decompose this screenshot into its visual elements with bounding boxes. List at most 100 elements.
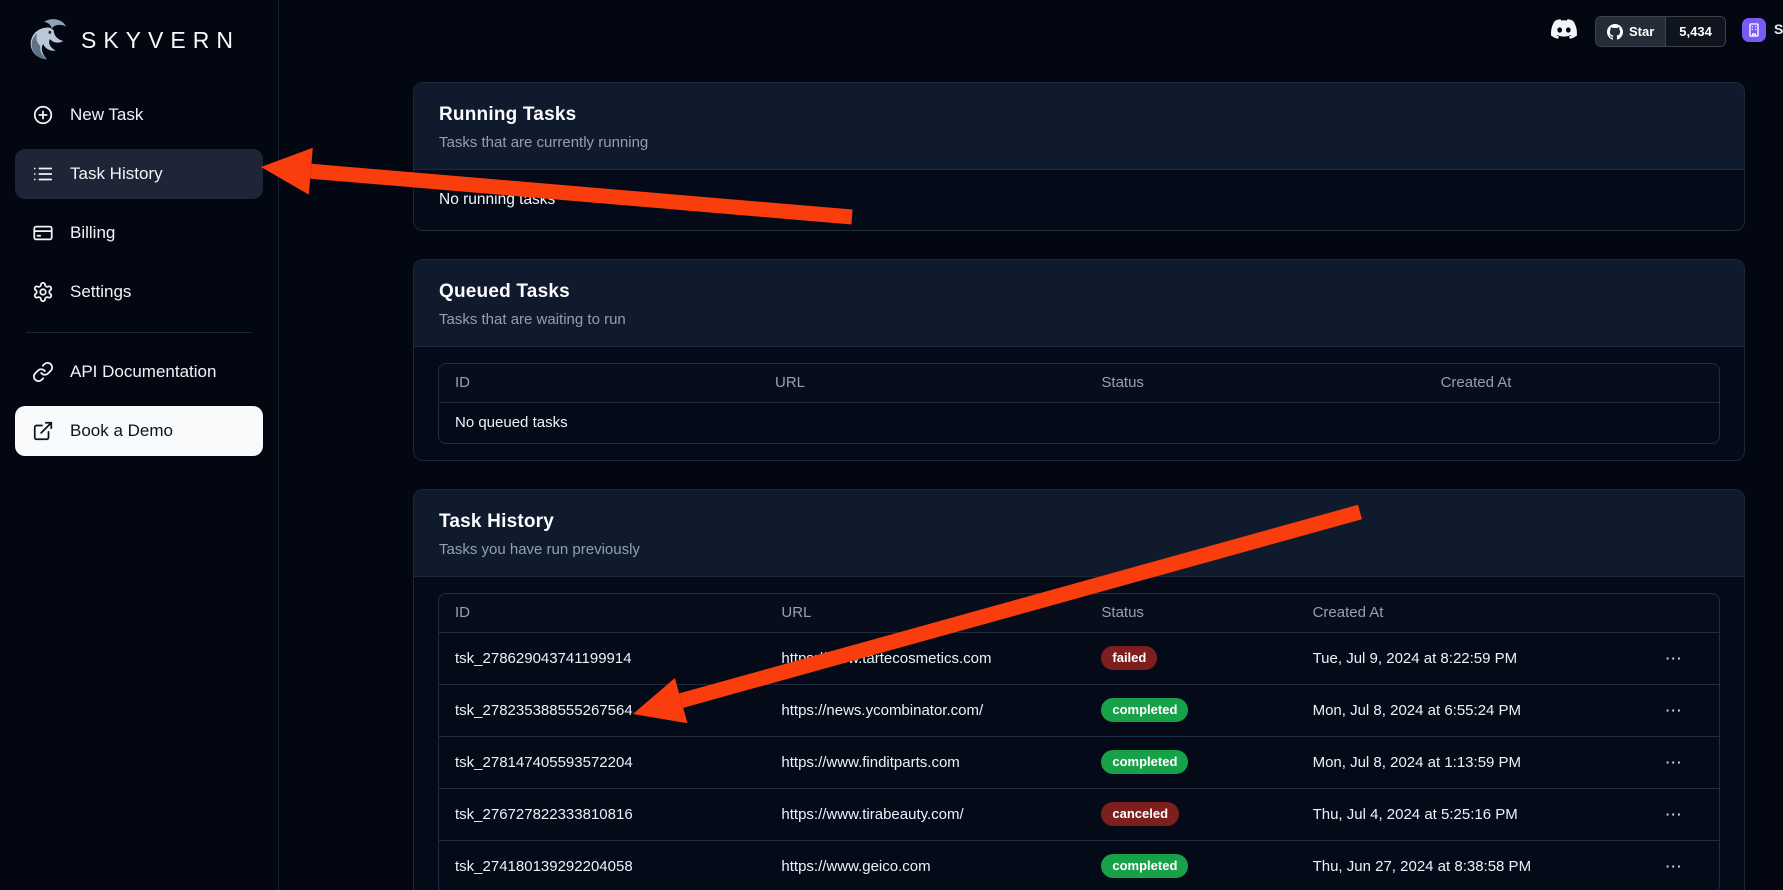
book-a-demo-button[interactable]: Book a Demo <box>15 406 263 456</box>
task-status-cell: completed <box>1085 736 1296 788</box>
sidebar: SKYVERN New Task Task History Billing <box>0 0 279 890</box>
column-created-at: Created At <box>1425 364 1719 402</box>
history-table-header-row: ID URL Status Created At <box>439 594 1719 632</box>
sidebar-item-label: Settings <box>70 282 131 302</box>
row-actions-button[interactable]: ⋯ <box>1659 648 1690 669</box>
row-actions-button[interactable]: ⋯ <box>1659 804 1690 825</box>
queued-tasks-title: Queued Tasks <box>439 281 1719 303</box>
sidebar-item-label: API Documentation <box>70 362 216 382</box>
status-badge: failed <box>1101 646 1157 670</box>
status-badge: completed <box>1101 698 1188 722</box>
task-status-cell: failed <box>1085 632 1296 684</box>
task-actions-cell: ⋯ <box>1629 736 1719 788</box>
credit-card-icon <box>32 222 54 244</box>
task-actions-cell: ⋯ <box>1629 840 1719 890</box>
row-actions-button[interactable]: ⋯ <box>1659 700 1690 721</box>
main-content: Running Tasks Tasks that are currently r… <box>413 82 1745 890</box>
queued-empty-row: No queued tasks <box>439 402 1719 443</box>
running-tasks-header: Running Tasks Tasks that are currently r… <box>414 83 1744 170</box>
org-avatar[interactable] <box>1742 18 1766 42</box>
book-a-demo-label: Book a Demo <box>70 421 173 441</box>
queued-tasks-subtitle: Tasks that are waiting to run <box>439 311 1719 329</box>
status-badge: completed <box>1101 854 1188 878</box>
history-table-body: tsk_278629043741199914https://www.tartec… <box>439 632 1719 890</box>
sidebar-item-api-documentation[interactable]: API Documentation <box>15 347 263 397</box>
column-id: ID <box>439 594 765 632</box>
task-history-row[interactable]: tsk_278147405593572204https://www.findit… <box>439 736 1719 788</box>
user-menu-label[interactable]: Sk <box>1774 21 1783 37</box>
row-actions-button[interactable]: ⋯ <box>1659 856 1690 877</box>
task-url-cell: https://www.tirabeauty.com/ <box>765 788 1085 840</box>
running-tasks-card: Running Tasks Tasks that are currently r… <box>413 82 1745 231</box>
task-url-cell: https://www.geico.com <box>765 840 1085 890</box>
task-history-subtitle: Tasks you have run previously <box>439 541 1719 559</box>
queued-table-header-row: ID URL Status Created At <box>439 364 1719 402</box>
sidebar-item-settings[interactable]: Settings <box>15 267 263 317</box>
task-created-cell: Mon, Jul 8, 2024 at 1:13:59 PM <box>1297 736 1630 788</box>
sidebar-nav: New Task Task History Billing Settin <box>0 90 278 317</box>
task-history-row[interactable]: tsk_274180139292204058https://www.geico.… <box>439 840 1719 890</box>
task-history-title: Task History <box>439 511 1719 533</box>
column-url: URL <box>765 594 1085 632</box>
task-status-cell: completed <box>1085 684 1296 736</box>
github-icon <box>1607 24 1623 40</box>
plus-circle-icon <box>32 104 54 126</box>
github-star-widget[interactable]: Star 5,434 <box>1595 16 1726 47</box>
gear-icon <box>32 281 54 303</box>
task-id-cell: tsk_278235388555267564 <box>439 684 765 736</box>
logo[interactable]: SKYVERN <box>0 12 278 68</box>
sidebar-item-label: New Task <box>70 105 143 125</box>
sidebar-item-new-task[interactable]: New Task <box>15 90 263 140</box>
building-icon <box>1746 22 1762 38</box>
running-tasks-title: Running Tasks <box>439 104 1719 126</box>
task-status-cell: completed <box>1085 840 1296 890</box>
row-actions-button[interactable]: ⋯ <box>1659 752 1690 773</box>
running-tasks-empty-state: No running tasks <box>414 170 1744 230</box>
task-history-header: Task History Tasks you have run previous… <box>414 490 1744 577</box>
column-id: ID <box>439 364 759 402</box>
discord-icon[interactable] <box>1549 16 1579 42</box>
task-status-cell: canceled <box>1085 788 1296 840</box>
sidebar-item-task-history[interactable]: Task History <box>15 149 263 199</box>
skyvern-dragon-icon <box>24 17 70 63</box>
task-url-cell: https://www.finditparts.com <box>765 736 1085 788</box>
task-id-cell: tsk_274180139292204058 <box>439 840 765 890</box>
app-root: SKYVERN New Task Task History Billing <box>0 0 1783 890</box>
task-history-row[interactable]: tsk_278629043741199914https://www.tartec… <box>439 632 1719 684</box>
sidebar-divider <box>26 332 252 333</box>
queued-tasks-card: Queued Tasks Tasks that are waiting to r… <box>413 259 1745 461</box>
task-history-row[interactable]: tsk_278235388555267564https://news.ycomb… <box>439 684 1719 736</box>
github-star-count[interactable]: 5,434 <box>1665 17 1725 46</box>
task-history-table: ID URL Status Created At tsk_27862904374… <box>438 593 1720 890</box>
status-badge: completed <box>1101 750 1188 774</box>
task-created-cell: Tue, Jul 9, 2024 at 8:22:59 PM <box>1297 632 1630 684</box>
column-actions <box>1629 594 1719 632</box>
column-created-at: Created At <box>1297 594 1630 632</box>
github-star-label: Star <box>1629 24 1654 39</box>
queued-tasks-table: ID URL Status Created At No queued tasks <box>438 363 1720 444</box>
github-star-button[interactable]: Star <box>1596 17 1665 46</box>
sidebar-item-label: Task History <box>70 164 163 184</box>
task-id-cell: tsk_278147405593572204 <box>439 736 765 788</box>
external-link-icon <box>32 420 54 442</box>
column-status: Status <box>1085 594 1296 632</box>
task-actions-cell: ⋯ <box>1629 788 1719 840</box>
sidebar-item-billing[interactable]: Billing <box>15 208 263 258</box>
sidebar-item-label: Billing <box>70 223 115 243</box>
task-created-cell: Thu, Jun 27, 2024 at 8:38:58 PM <box>1297 840 1630 890</box>
running-tasks-subtitle: Tasks that are currently running <box>439 134 1719 152</box>
queued-empty-state: No queued tasks <box>439 402 1719 443</box>
sidebar-secondary-nav: API Documentation Book a Demo <box>0 347 278 456</box>
brand-name: SKYVERN <box>81 27 240 54</box>
task-history-row[interactable]: tsk_276727822333810816https://www.tirabe… <box>439 788 1719 840</box>
task-url-cell: https://news.ycombinator.com/ <box>765 684 1085 736</box>
task-actions-cell: ⋯ <box>1629 632 1719 684</box>
status-badge: canceled <box>1101 802 1179 826</box>
task-url-cell: https://www.tartecosmetics.com <box>765 632 1085 684</box>
link-icon <box>32 361 54 383</box>
task-created-cell: Mon, Jul 8, 2024 at 6:55:24 PM <box>1297 684 1630 736</box>
column-status: Status <box>1085 364 1424 402</box>
task-created-cell: Thu, Jul 4, 2024 at 5:25:16 PM <box>1297 788 1630 840</box>
task-id-cell: tsk_276727822333810816 <box>439 788 765 840</box>
task-history-card: Task History Tasks you have run previous… <box>413 489 1745 890</box>
